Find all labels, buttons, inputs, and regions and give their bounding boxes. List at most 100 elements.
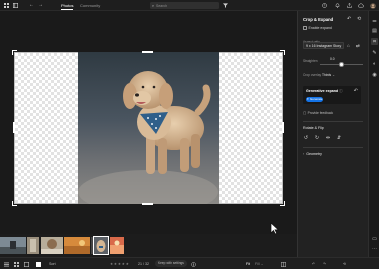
flip-vertical-icon[interactable]: ⇵: [336, 135, 342, 141]
help-icon[interactable]: ?: [321, 2, 328, 9]
crop-handle-top[interactable]: [142, 51, 153, 53]
star-icon[interactable]: ★: [118, 260, 121, 268]
dog-photo: [78, 52, 219, 204]
red-eye-icon[interactable]: ◉: [371, 71, 378, 78]
filmstrip-thumbnail[interactable]: [91, 237, 93, 254]
geometry-label: Geometry: [306, 152, 322, 156]
generate-button[interactable]: ✦ Generate: [306, 97, 323, 102]
filmstrip-thumbnail[interactable]: [64, 237, 90, 254]
svg-text:?: ?: [324, 4, 326, 8]
feedback-icon: ▢: [303, 111, 307, 115]
chevron-down-icon: ⌄: [260, 262, 264, 266]
star-icon[interactable]: ★: [126, 260, 129, 268]
crop-overlay-label: Crop overlay: [303, 73, 322, 77]
lock-icon[interactable]: ⌂: [347, 43, 350, 48]
filter-icon[interactable]: [222, 2, 229, 9]
crop-overlay-value: Thirds: [322, 73, 332, 77]
generative-expand-title-text: Generative expand: [306, 89, 339, 93]
enable-expand-row[interactable]: Enable expand: [303, 26, 332, 30]
generative-expand-title: Generative expand ⓘ: [306, 89, 343, 94]
crop-corner-bottom-left[interactable]: [12, 201, 17, 206]
chevron-right-icon: ›: [303, 152, 305, 156]
back-arrow-icon[interactable]: ←: [28, 2, 35, 9]
zoom-dropdown[interactable]: Fill ⌄: [255, 260, 264, 268]
geometry-section[interactable]: › Geometry: [303, 152, 322, 156]
presets-icon[interactable]: ▤: [371, 27, 378, 34]
redo-icon[interactable]: ↷: [323, 260, 329, 268]
rotate-right-icon[interactable]: ↻: [314, 135, 320, 141]
star-icon[interactable]: ★: [110, 260, 113, 268]
heal-icon[interactable]: ✎: [371, 49, 378, 56]
bottom-bar: Sort ★ ★ ★ ★ ★ 21 / 32 Keep with setting…: [0, 257, 379, 269]
filmstrip-thumbnail-selected[interactable]: [93, 236, 109, 255]
search-box[interactable]: ⌕ Search: [150, 2, 219, 9]
filmstrip-thumbnail[interactable]: [0, 237, 26, 254]
comments-icon[interactable]: ▭: [371, 235, 378, 242]
crop-overlay-dropdown[interactable]: Thirds ⌄: [322, 73, 335, 77]
crop-corner-bottom-right[interactable]: [280, 201, 285, 206]
fit-button[interactable]: Fit: [246, 260, 250, 268]
panel-toggle-icon[interactable]: [12, 2, 19, 9]
avatar[interactable]: [369, 2, 376, 9]
enable-expand-checkbox[interactable]: [303, 26, 307, 30]
rotate-left-icon[interactable]: ↺: [303, 135, 309, 141]
panel-reset-icon[interactable]: ⟲: [357, 16, 361, 22]
crop-corner-top-right[interactable]: [280, 50, 285, 55]
filmstrip-thumbnail[interactable]: [41, 237, 63, 254]
compare-view-icon[interactable]: [24, 260, 30, 268]
keep-settings-pill[interactable]: Keep with settings: [155, 260, 187, 267]
generative-expand-undo-icon[interactable]: ↶: [354, 88, 358, 94]
crop-corner-top-left[interactable]: [12, 50, 17, 55]
swap-orientation-icon[interactable]: ⇄: [356, 43, 360, 49]
filmstrip-thumbnail[interactable]: [110, 237, 124, 254]
aspect-ratio-value: 9 x 16 Instagram Story: [306, 44, 342, 48]
undo-icon[interactable]: ↶: [312, 260, 318, 268]
section-divider: [303, 147, 363, 148]
info-icon[interactable]: [191, 260, 197, 268]
tab-photos[interactable]: Photos: [61, 2, 74, 10]
generate-button-label: Generate: [309, 97, 323, 101]
straighten-label: Straighten: [303, 59, 318, 63]
star-icon[interactable]: ★: [114, 260, 117, 268]
crop-handle-right[interactable]: [282, 122, 284, 133]
bell-icon[interactable]: [334, 2, 341, 9]
provide-feedback-label: Provide feedback: [307, 111, 334, 115]
grid-icon[interactable]: [3, 2, 10, 9]
sparkle-icon: ✦: [306, 97, 310, 101]
info-icon[interactable]: ⓘ: [339, 89, 343, 93]
star-rating[interactable]: ★ ★ ★ ★ ★: [110, 260, 130, 268]
fit-label: Fit: [246, 262, 250, 266]
aspect-ratio-dropdown[interactable]: 9 x 16 Instagram Story ⌄: [303, 42, 344, 49]
panel-undo-icon[interactable]: ↶: [347, 16, 351, 22]
search-input[interactable]: Search: [156, 4, 167, 8]
star-icon[interactable]: ★: [122, 260, 125, 268]
filmstrip: [0, 236, 297, 257]
sort-label: Sort: [49, 262, 56, 266]
grid-view-icon[interactable]: [14, 260, 20, 268]
mouse-pointer-icon: [270, 222, 280, 235]
rotate-flip-label: Rotate & Flip: [303, 126, 324, 130]
forward-arrow-icon[interactable]: →: [37, 2, 44, 9]
list-view-icon[interactable]: [4, 260, 10, 268]
zoom-label: Fill: [255, 262, 260, 266]
generative-expand-card: Generative expand ⓘ ↶ ✦ Generate: [303, 86, 361, 104]
chevron-down-icon: ⌄: [332, 73, 335, 77]
reset-icon[interactable]: ⟲: [343, 260, 349, 268]
cloud-icon[interactable]: [357, 2, 364, 9]
provide-feedback-row[interactable]: ▢ Provide feedback: [303, 111, 333, 115]
sort-button[interactable]: Sort: [49, 260, 56, 268]
flip-horizontal-icon[interactable]: ⇹: [325, 135, 331, 141]
crop-handle-bottom[interactable]: [142, 203, 153, 205]
crop-handle-left[interactable]: [13, 122, 15, 133]
more-icon[interactable]: ⋯: [371, 245, 378, 252]
tab-community[interactable]: Community: [80, 2, 100, 9]
compare-split-icon[interactable]: [281, 260, 287, 268]
crop-icon[interactable]: ⌗: [371, 38, 378, 45]
single-view-icon[interactable]: [36, 260, 42, 268]
edit-panel: Crop & Expand ↶ ⟲ Enable expand Aspect r…: [297, 11, 368, 257]
share-icon[interactable]: [346, 2, 353, 9]
masking-icon[interactable]: ◐: [371, 60, 378, 67]
edit-sliders-icon[interactable]: ⚌: [371, 17, 378, 24]
straighten-slider-thumb[interactable]: [339, 62, 344, 67]
filmstrip-thumbnail[interactable]: [27, 237, 39, 254]
